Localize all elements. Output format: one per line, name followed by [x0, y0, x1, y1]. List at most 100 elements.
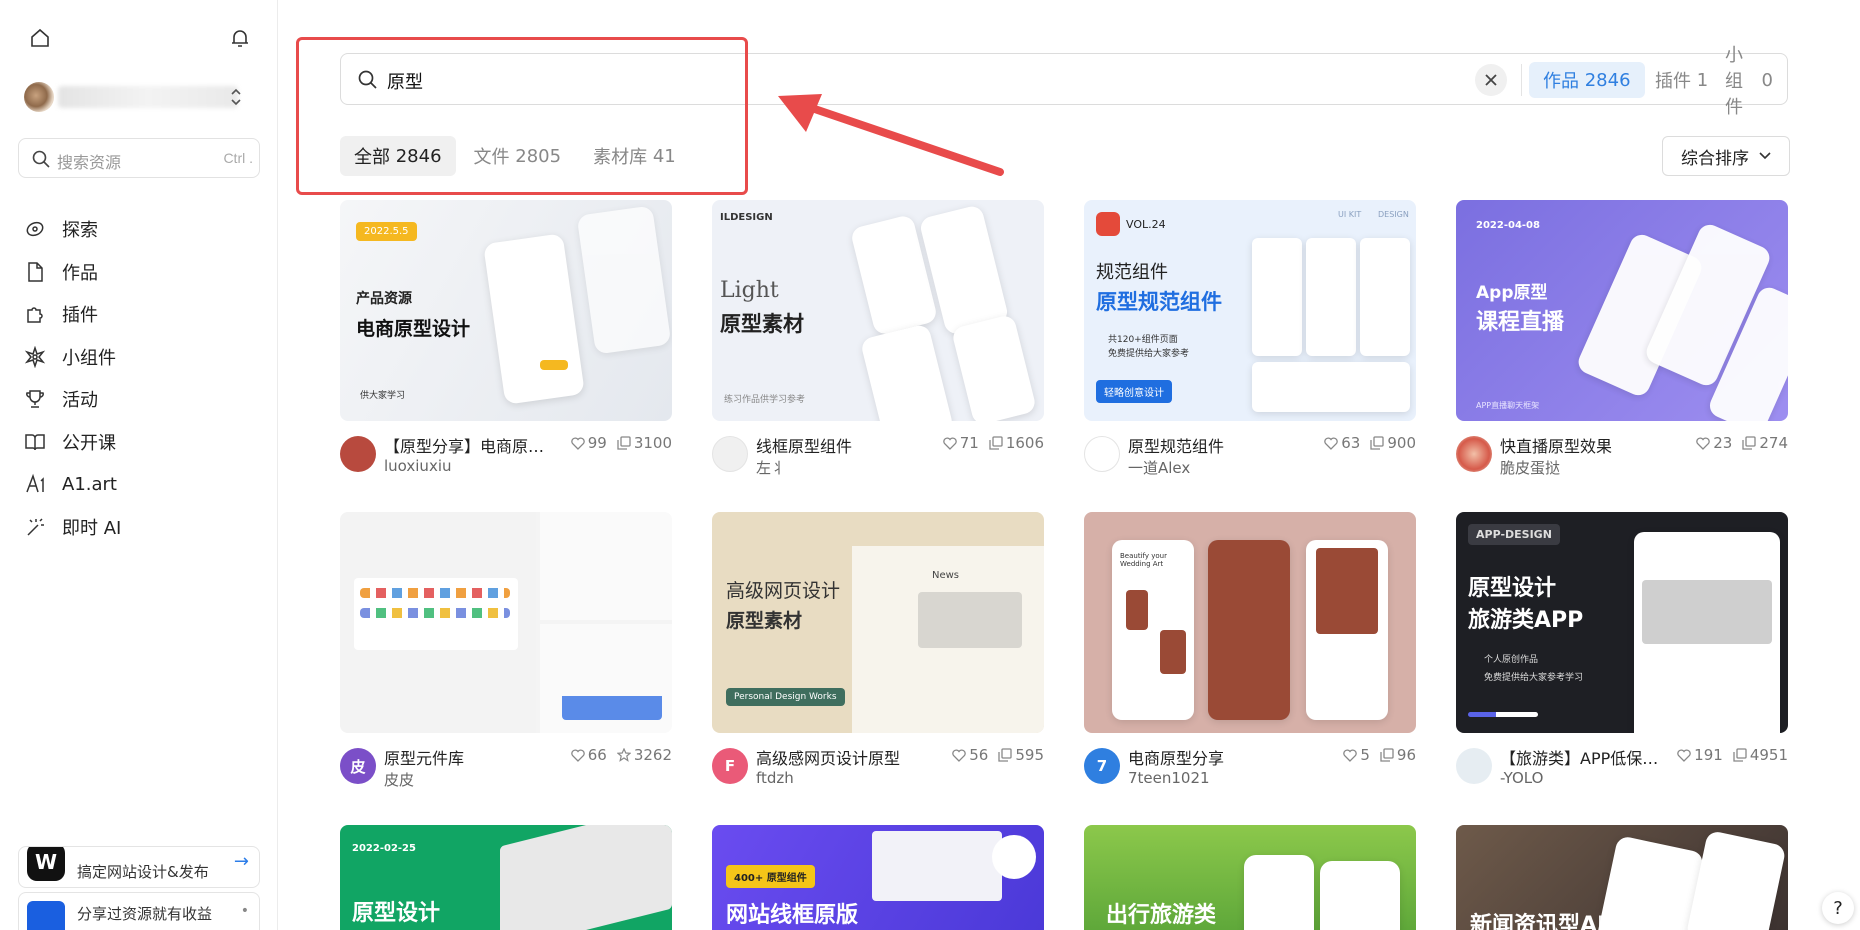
bar-chart-preview: [562, 660, 662, 720]
promo-banner-web-design[interactable]: W 搞定网站设计&发布 →: [18, 846, 260, 888]
work-card[interactable]: 2022-04-08 App原型 课程直播 APP直播聊天框架 快直播原型效果 …: [1456, 200, 1788, 480]
sidebar-item-a1art[interactable]: A1.art: [22, 463, 262, 506]
card-thumbnail: APP-DESIGN 原型设计 旅游类APP 个人原创作品 免费提供给大家参考学…: [1456, 512, 1788, 733]
copy-icon: [1742, 436, 1757, 450]
thumb-badge: 400+ 原型组件: [726, 865, 815, 888]
mock-image: [1316, 548, 1378, 634]
work-card[interactable]: 400+ 原型组件 网站线框原版: [712, 825, 1044, 930]
account-name-blurred: [58, 86, 238, 108]
sidebar-item-plugins[interactable]: 插件: [22, 293, 262, 336]
copy-icon: [989, 436, 1003, 450]
card-thumbnail: ILDESIGN Light 原型素材 练习作品供学习参考: [712, 200, 1044, 421]
filter-files[interactable]: 文件 2805: [460, 136, 576, 176]
sidebar-item-widgets[interactable]: 小组件: [22, 336, 262, 379]
author-avatar: [1456, 436, 1492, 472]
sidebar-item-label: 作品: [62, 262, 98, 284]
work-card[interactable]: 高级网页设计 原型素材 Personal Design Works News F…: [712, 512, 1044, 792]
thumb-tag: DESIGN: [1378, 210, 1409, 219]
card-author[interactable]: 7teen1021: [1128, 769, 1210, 787]
tab-works[interactable]: 作品 2846: [1529, 62, 1645, 98]
sidebar-item-instant-ai[interactable]: 即时 AI: [22, 506, 262, 549]
main-content: 原型 作品 2846 插件 1 小组件 0 全部 2846 文件 2805 素材…: [278, 0, 1860, 930]
copies-count: 96: [1396, 746, 1416, 764]
work-card[interactable]: 出行旅游类: [1084, 825, 1416, 930]
work-card[interactable]: ILDESIGN Light 原型素材 练习作品供学习参考 线框原型组件 左丬 …: [712, 200, 1044, 480]
card-author[interactable]: ftdzh: [756, 769, 794, 787]
tab-plugins[interactable]: 插件 1: [1641, 62, 1722, 98]
sort-dropdown[interactable]: 综合排序: [1662, 136, 1790, 176]
trophy-icon: [22, 386, 48, 412]
promo-text: 搞定网站设计&发布: [77, 863, 209, 881]
thumb-kicker: App原型: [1476, 283, 1548, 303]
heart-icon: [952, 748, 967, 762]
work-card[interactable]: APP-DESIGN 原型设计 旅游类APP 个人原创作品 免费提供给大家参考学…: [1456, 512, 1788, 792]
card-author[interactable]: luoxiuxiu: [384, 457, 452, 475]
card-author[interactable]: 左丬: [756, 457, 786, 478]
thumb-footer: 供大家学习: [360, 391, 406, 401]
thumb-title: 旅游类APP: [1468, 608, 1584, 633]
sidebar-search-input[interactable]: 搜索资源 Ctrl .: [18, 138, 260, 178]
card-author[interactable]: 脆皮蛋挞: [1500, 457, 1560, 478]
promo-banner-earnings[interactable]: 分享过资源就有收益 •: [18, 892, 260, 930]
card-thumbnail: 2022-02-25 原型设计: [340, 825, 672, 930]
widget-icon: [22, 344, 48, 370]
filter-libraries[interactable]: 素材库 41: [579, 136, 690, 176]
work-card[interactable]: 2022-02-25 原型设计: [340, 825, 672, 930]
filter-count: 2805: [515, 145, 562, 167]
tab-count: 2846: [1584, 69, 1631, 91]
phone-mockup: [950, 313, 1038, 421]
phone-mockup: [1595, 835, 1705, 930]
phone-mockup: [483, 233, 585, 405]
filter-label: 文件: [473, 147, 510, 168]
thumb-title: 原型素材: [720, 312, 804, 336]
sidebar-item-label: 探索: [62, 220, 98, 242]
sidebar-item-works[interactable]: 作品: [22, 251, 262, 294]
mock-image: [1642, 580, 1772, 644]
dot-icon: •: [240, 903, 249, 919]
copy-icon: [1380, 748, 1394, 762]
promo-text: 分享过资源就有收益: [77, 905, 213, 923]
sidebar-item-courses[interactable]: 公开课: [22, 421, 262, 464]
phone-mockup: [1306, 238, 1356, 356]
search-input[interactable]: 原型 作品 2846 插件 1 小组件 0: [340, 45, 1788, 118]
thumb-kicker: 规范组件: [1096, 262, 1168, 283]
card-author[interactable]: -YOLO: [1500, 769, 1543, 787]
account-switcher[interactable]: [24, 80, 254, 114]
chevron-down-icon: [1759, 152, 1771, 160]
card-author[interactable]: 一道Alex: [1128, 457, 1190, 478]
work-card[interactable]: Beautify your Wedding Art 7 电商原型分享 7teen…: [1084, 512, 1416, 792]
likes-count: 63: [1341, 434, 1361, 452]
tab-count: 0: [1761, 69, 1773, 91]
card-author[interactable]: 皮皮: [384, 769, 414, 790]
bell-icon[interactable]: [228, 26, 252, 50]
sidebar-item-label: 公开课: [62, 432, 116, 454]
sidebar-item-label: 插件: [62, 305, 98, 327]
sidebar-item-label: 即时 AI: [62, 517, 122, 539]
home-icon[interactable]: [28, 26, 52, 50]
heart-icon: [570, 748, 585, 762]
filter-all[interactable]: 全部 2846: [340, 136, 456, 176]
copy-icon: [617, 436, 631, 450]
thumb-kicker: 高级网页设计: [726, 580, 841, 602]
search-shortcut: Ctrl .: [223, 150, 253, 166]
tab-widgets[interactable]: 小组件 0: [1711, 45, 1787, 118]
help-button[interactable]: ?: [1822, 892, 1854, 924]
filter-label: 素材库: [593, 147, 648, 168]
work-card[interactable]: VOL.24 UI KIT DESIGN 规范组件 原型规范组件 共120+组件…: [1084, 200, 1416, 480]
sidebar-item-explore[interactable]: 探索: [22, 208, 262, 251]
work-card[interactable]: 新闻资讯型APP: [1456, 825, 1788, 930]
likes-count: 99: [587, 434, 607, 452]
sidebar-item-events[interactable]: 活动: [22, 378, 262, 421]
filter-count: 41: [652, 145, 676, 167]
clear-search-button[interactable]: [1475, 64, 1507, 96]
thumb-kicker: 产品资源: [356, 291, 412, 307]
phone-mockup: [859, 323, 955, 421]
card-thumbnail: 出行旅游类: [1084, 825, 1416, 930]
promo-logo-icon: [27, 901, 65, 930]
work-card[interactable]: 2022.5.5 产品资源 电商原型设计 供大家学习 【原型分享】电商原型设计 …: [340, 200, 672, 480]
card-thumbnail: VOL.24 UI KIT DESIGN 规范组件 原型规范组件 共120+组件…: [1084, 200, 1416, 421]
thumb-phone-text: Beautify your Wedding Art: [1120, 552, 1167, 568]
work-card[interactable]: 皮 原型元件库 皮皮 66 3262: [340, 512, 672, 792]
avatar: [24, 82, 54, 112]
close-icon: [1485, 74, 1497, 86]
